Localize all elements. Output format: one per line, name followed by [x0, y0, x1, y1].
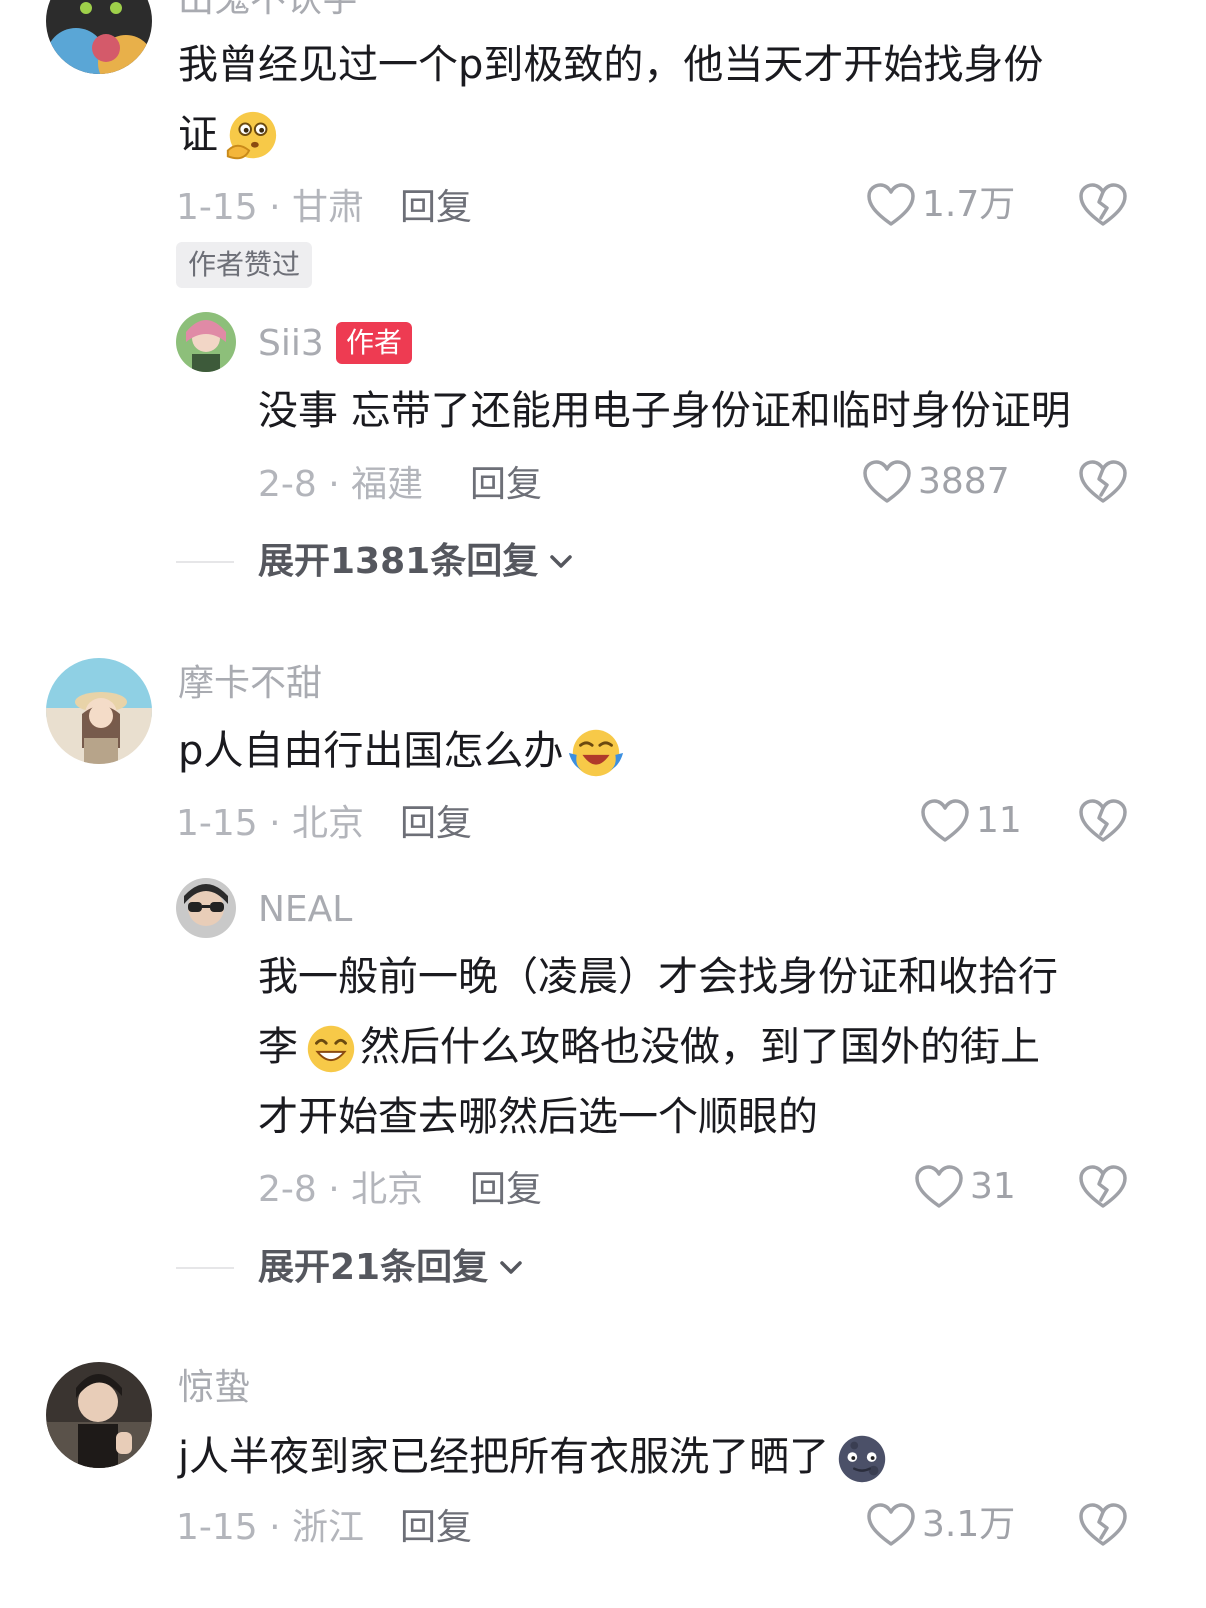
- reply-text-line: 才开始查去哪然后选一个顺眼的: [258, 1094, 818, 1140]
- reply-text: 没事 忘带了还能用电子身份证和临时身份证明: [258, 376, 1071, 446]
- like-count: 1.7万: [922, 184, 1016, 225]
- heart-icon: [867, 183, 915, 226]
- comment-text: p人自由行出国怎么办: [178, 716, 625, 786]
- comment-text-line: 我曾经见过一个p到极致的，他当天才开始找身份: [178, 42, 1044, 88]
- avatar[interactable]: [46, 0, 152, 74]
- author-tag: 作者: [336, 322, 413, 364]
- like-count: 3887: [918, 461, 1010, 502]
- chevron-down-icon: [500, 1261, 522, 1274]
- like-button[interactable]: 3.1万: [866, 1502, 1015, 1548]
- broken-heart-icon[interactable]: [1078, 182, 1128, 228]
- reply-date-location: 2-8 · 北京: [258, 1169, 424, 1210]
- heart-icon: [867, 1503, 915, 1546]
- broken-heart-icon[interactable]: [1078, 1164, 1128, 1210]
- reply-username[interactable]: Sii3: [258, 326, 324, 362]
- comment-date-location: 1-15 · 甘肃: [176, 187, 365, 228]
- chevron-down-icon: [550, 555, 572, 568]
- crying-laughing-icon: [569, 729, 624, 777]
- reply-text: 我一般前一晚（凌晨）才会找身份证和收拾行 李 然后什么攻略也没做，到了国外的街上…: [258, 942, 1058, 1152]
- reply-button[interactable]: 回复: [400, 806, 472, 842]
- comment-date-location: 1-15 · 浙江: [176, 1507, 365, 1548]
- comment-text-line: j人半夜到家已经把所有衣服洗了晒了: [178, 1422, 891, 1492]
- broken-heart-icon[interactable]: [1078, 1502, 1128, 1548]
- reply-username[interactable]: NEAL: [258, 892, 352, 928]
- thinking-face-icon: [226, 111, 277, 160]
- broken-heart-icon[interactable]: [1078, 459, 1128, 505]
- heart-icon: [863, 460, 911, 503]
- like-button[interactable]: 3887: [862, 459, 1010, 505]
- reply-button[interactable]: 回复: [400, 1510, 472, 1546]
- reply-button[interactable]: 回复: [470, 1172, 542, 1208]
- comment-text-line: 证: [178, 100, 1043, 170]
- reply-button[interactable]: 回复: [470, 467, 542, 503]
- like-button[interactable]: 11: [920, 798, 1022, 844]
- comment-text: j人半夜到家已经把所有衣服洗了晒了: [178, 1422, 891, 1492]
- comment-username[interactable]: 出鬼不认字: [178, 0, 358, 18]
- comment-username[interactable]: 摩卡不甜: [178, 666, 322, 702]
- reply-text-line: 没事 忘带了还能用电子身份证和临时身份证明: [258, 388, 1071, 434]
- reply-text-line: 我一般前一晚（凌晨）才会找身份证和收拾行: [258, 954, 1058, 1000]
- like-count: 3.1万: [922, 1504, 1016, 1545]
- comment-text: 我曾经见过一个p到极致的，他当天才开始找身份 证: [178, 30, 1043, 170]
- broken-heart-icon[interactable]: [1078, 798, 1128, 844]
- reply-button[interactable]: 回复: [400, 190, 472, 226]
- divider: [176, 561, 234, 563]
- grinning-face-icon: [307, 1025, 355, 1073]
- avatar[interactable]: [46, 1362, 152, 1468]
- reply-text-line: 李 然后什么攻略也没做，到了国外的街上: [258, 1012, 1058, 1082]
- expand-replies-button[interactable]: 展开21条回复: [176, 1250, 524, 1286]
- like-button[interactable]: 1.7万: [866, 182, 1015, 228]
- comment-username[interactable]: 惊蛰: [178, 1370, 250, 1406]
- avatar[interactable]: [176, 312, 236, 372]
- expand-replies-label: 展开1381条回复: [258, 541, 539, 582]
- dark-moon-face-icon: [838, 1435, 886, 1483]
- like-count: 11: [976, 800, 1022, 841]
- like-count: 31: [970, 1166, 1016, 1207]
- reply-date-location: 2-8 · 福建: [258, 464, 424, 505]
- like-button[interactable]: 31: [914, 1164, 1016, 1210]
- comment-date-location: 1-15 · 北京: [176, 803, 365, 844]
- comment-text-line: p人自由行出国怎么办: [178, 716, 625, 786]
- avatar[interactable]: [176, 878, 236, 938]
- divider: [176, 1267, 234, 1269]
- avatar[interactable]: [46, 658, 152, 764]
- author-liked-badge: 作者赞过: [176, 242, 313, 288]
- heart-icon: [921, 799, 969, 842]
- expand-replies-button[interactable]: 展开1381条回复: [176, 544, 574, 580]
- expand-replies-label: 展开21条回复: [258, 1247, 489, 1288]
- heart-icon: [915, 1165, 963, 1208]
